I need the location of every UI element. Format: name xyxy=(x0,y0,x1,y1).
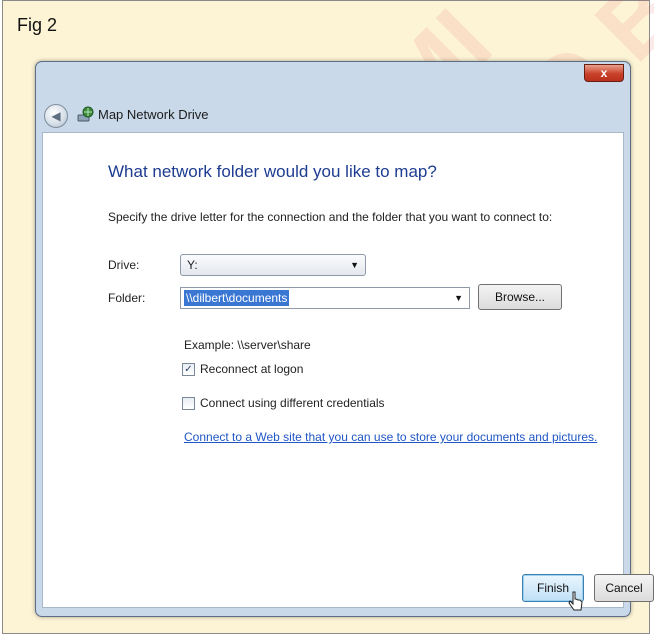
cancel-button[interactable]: Cancel xyxy=(594,574,654,602)
close-button[interactable]: x xyxy=(584,64,624,82)
back-button[interactable]: ◀ xyxy=(44,104,68,128)
drive-value: Y: xyxy=(187,258,198,272)
back-arrow-icon: ◀ xyxy=(51,109,61,123)
chevron-down-icon: ▼ xyxy=(350,260,359,270)
drive-select[interactable]: Y: ▼ xyxy=(180,254,366,276)
browse-button[interactable]: Browse... xyxy=(478,284,562,310)
web-site-link[interactable]: Connect to a Web site that you can use t… xyxy=(184,430,597,444)
folder-combobox[interactable]: \\dilbert\documents ▼ xyxy=(180,287,470,309)
folder-dropdown-icon[interactable]: ▼ xyxy=(454,288,463,308)
map-network-drive-window: x ◀ Map Network Drive What network folde… xyxy=(35,61,654,617)
network-drive-icon xyxy=(77,106,94,122)
credentials-checkbox[interactable] xyxy=(182,396,195,410)
instruction-text: Specify the drive letter for the connect… xyxy=(108,210,553,224)
reconnect-checkbox-row[interactable]: ✓ Reconnect at logon xyxy=(182,362,303,376)
reconnect-checkbox[interactable]: ✓ xyxy=(182,362,195,376)
dialog-heading: What network folder would you like to ma… xyxy=(108,162,437,181)
reconnect-label: Reconnect at logon xyxy=(200,362,304,376)
figure-label: Fig 2 xyxy=(17,15,58,35)
credentials-checkbox-row[interactable]: Connect using different credentials xyxy=(182,396,385,410)
folder-value: \\dilbert\documents xyxy=(184,290,290,306)
folder-label: Folder: xyxy=(108,291,146,305)
window-title: Map Network Drive xyxy=(98,107,209,122)
mouse-cursor-icon xyxy=(568,591,583,611)
drive-label: Drive: xyxy=(108,258,140,272)
close-icon: x xyxy=(600,66,608,80)
dialog-content xyxy=(42,132,624,608)
figure-frame: Fig 2 © NIMI NOT TO BE x ◀ Map Network D… xyxy=(2,0,654,634)
credentials-label: Connect using different credentials xyxy=(200,396,385,410)
example-text: Example: \\server\share xyxy=(184,338,311,352)
